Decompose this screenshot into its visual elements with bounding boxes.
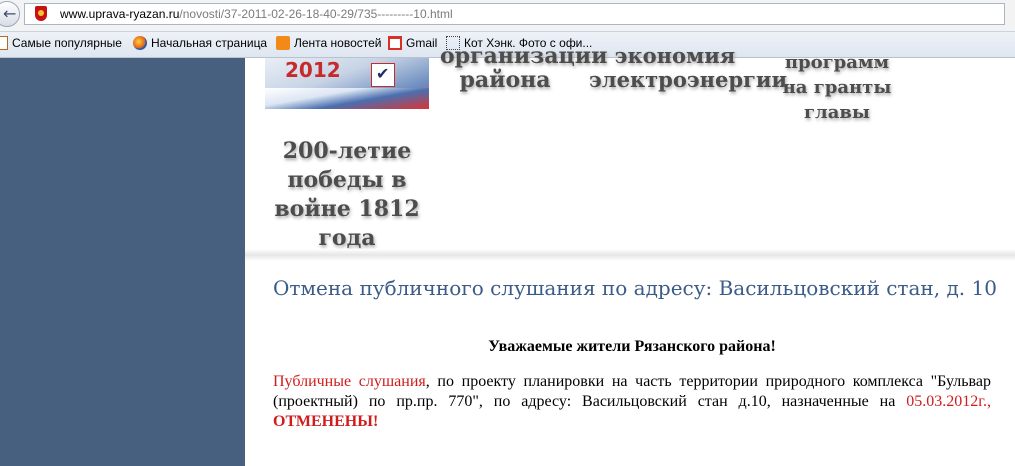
- page-content: 2012 ✔ организации района экономия электро…: [245, 44, 1015, 466]
- bookmark-star-icon: [0, 36, 8, 50]
- bookmark-popular[interactable]: Самые популярные: [0, 36, 122, 54]
- cancelled-notice: ОТМЕНЕНЫ!: [273, 413, 379, 430]
- flag-graphic: [265, 88, 429, 109]
- url-text: www.uprava-ryazan.ru/novosti/37-2011-02-…: [60, 7, 453, 21]
- arrow-left-icon: ←: [3, 4, 17, 23]
- back-button[interactable]: ←: [0, 1, 20, 27]
- menu-link-1812-anniversary[interactable]: 200-летие победы в войне 1812 года: [265, 137, 429, 253]
- section-divider: [245, 249, 1015, 261]
- menu-link-district-label: района: [459, 67, 551, 93]
- article-title: Отмена публичного слушания по адресу: Ва…: [273, 276, 997, 300]
- menu-link-grants[interactable]: программ на гранты главы: [772, 50, 902, 125]
- bookmark-label: Начальная страница: [151, 36, 268, 50]
- rss-icon: [276, 36, 290, 50]
- menu-link-energy-top: экономия: [614, 43, 736, 68]
- left-sidebar: [0, 58, 245, 466]
- url-path: /novosti/37-2011-02-26-18-40-29/735-----…: [179, 7, 453, 21]
- ballot-check-icon: ✔: [371, 63, 395, 87]
- url-field[interactable]: www.uprava-ryazan.ru/novosti/37-2011-02-…: [24, 3, 1005, 25]
- bookmark-gmail[interactable]: Gmail: [388, 36, 437, 54]
- menu-link-energy[interactable]: экономия электроэнергии: [589, 43, 788, 92]
- bookmark-label: Самые популярные: [12, 36, 122, 50]
- banner-year: 2012: [285, 58, 341, 82]
- menu-link-district[interactable]: организации района: [440, 43, 608, 93]
- url-domain: www.uprava-ryazan.ru: [60, 7, 180, 21]
- bookmark-label: Gmail: [406, 36, 438, 50]
- article-body: Публичные слушания, по проекту планировк…: [273, 372, 991, 432]
- site-favicon-icon: [35, 6, 47, 21]
- address-bar: ← www.uprava-ryazan.ru/novosti/37-2011-0…: [0, 0, 1015, 32]
- bookmark-label: Лента новостей: [294, 36, 382, 50]
- hearing-date: 05.03.2012г.,: [906, 393, 991, 410]
- election-banner[interactable]: 2012 ✔: [265, 58, 429, 109]
- public-hearings-link[interactable]: Публичные слушания: [273, 373, 426, 390]
- menu-link-district-top: организации: [440, 43, 608, 69]
- menu-link-energy-label: электроэнергии: [589, 67, 788, 92]
- firefox-icon: [133, 36, 147, 50]
- bookmark-start-page[interactable]: Начальная страница: [133, 36, 267, 54]
- article-greeting: Уважаемые жители Рязанского района!: [488, 338, 776, 355]
- gmail-icon: [388, 36, 402, 50]
- bookmark-news-feed[interactable]: Лента новостей: [276, 36, 382, 54]
